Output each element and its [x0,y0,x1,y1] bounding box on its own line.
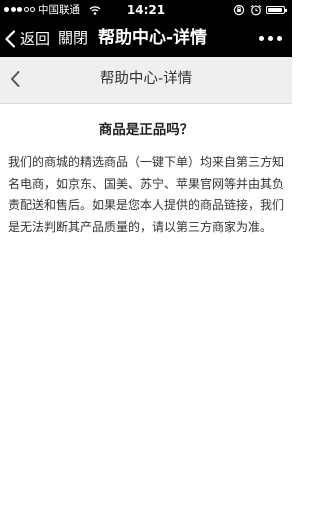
page-header: 帮助中心-详情 [0,57,292,104]
answer-text: 我们的商城的精选商品（一键下单）均来自第三方知名电商，如京东、国美、苏宁、苹果官… [8,155,285,234]
article: 商品是正品吗？ 我们的商城的精选商品（一键下单）均来自第三方知名电商，如京东、国… [0,104,292,238]
battery-icon [266,6,287,14]
rotation-lock-icon [233,4,245,16]
more-options-icon[interactable] [259,36,282,41]
close-button[interactable]: 關閉 [58,20,88,57]
nav-title: 帮助中心-详情 [98,28,208,48]
status-time: 14:21 [126,3,166,17]
status-bar: 中国联通 14:21 [0,0,292,20]
question-title: 商品是正品吗？ [98,122,194,138]
wechat-navbar: 返回 關閉 帮助中心-详情 [0,20,292,57]
alarm-clock-icon [250,4,262,16]
page-title: 帮助中心-详情 [99,71,193,87]
chevron-left-icon [5,29,16,48]
back-button[interactable]: 返回 [4,20,50,57]
back-button-label: 返回 [20,30,51,48]
top-bar: 中国联通 14:21 返回 關閉 帮助中心-详情 [0,0,292,57]
